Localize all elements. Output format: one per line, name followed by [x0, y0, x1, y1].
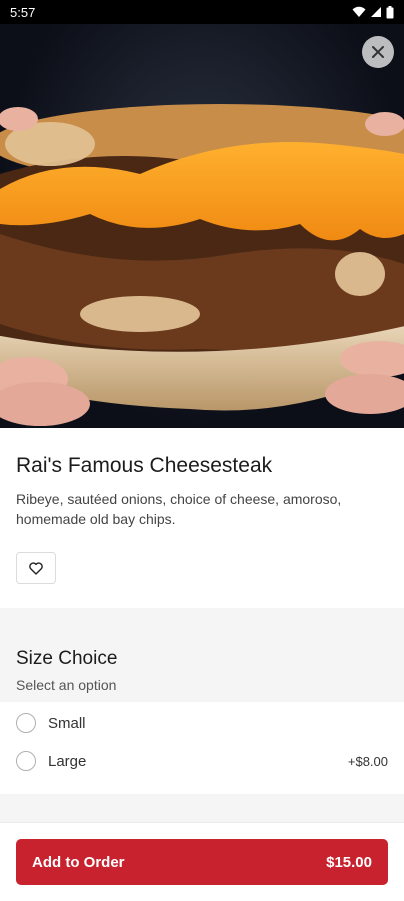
size-choice-subtitle: Select an option: [16, 677, 117, 693]
add-to-order-label: Add to Order: [32, 853, 125, 871]
option-large[interactable]: Large +$8.00: [0, 742, 404, 780]
close-button[interactable]: [362, 36, 394, 68]
item-photo: [0, 24, 404, 428]
heart-icon: [29, 561, 43, 575]
bottom-bar: Add to Order $15.00: [0, 822, 404, 901]
status-time: 5:57: [10, 4, 36, 20]
order-total: $15.00: [326, 853, 372, 871]
item-description: Ribeye, sautéed onions, choice of cheese…: [16, 491, 342, 527]
status-bar: 5:57: [0, 0, 404, 24]
option-small[interactable]: Small: [0, 704, 404, 742]
close-icon: [372, 46, 384, 58]
status-icons: [352, 5, 394, 19]
option-label: Small: [48, 714, 86, 732]
option-label: Large: [48, 752, 87, 770]
signal-icon: [371, 7, 381, 17]
item-title: Rai's Famous Cheesesteak: [16, 454, 273, 477]
option-price: +$8.00: [347, 753, 388, 769]
favorite-button[interactable]: [16, 552, 56, 584]
battery-icon: [386, 5, 394, 18]
cheesesteak-image: [0, 104, 404, 426]
add-to-order-button[interactable]: Add to Order $15.00: [16, 839, 388, 885]
section-divider: [0, 794, 404, 822]
radio-button[interactable]: [16, 751, 36, 771]
radio-button[interactable]: [16, 713, 36, 733]
wifi-icon: [352, 6, 366, 17]
size-choice-title: Size Choice: [16, 648, 118, 669]
size-options: Small Large +$8.00: [0, 704, 404, 780]
